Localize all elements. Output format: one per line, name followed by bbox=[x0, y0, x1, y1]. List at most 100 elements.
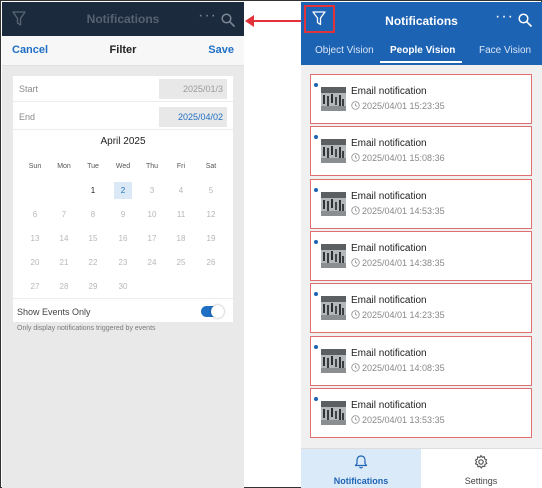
clock-icon bbox=[351, 258, 360, 267]
notification-thumbnail bbox=[321, 191, 346, 216]
calendar-day[interactable]: 18 bbox=[172, 230, 190, 247]
end-label: End bbox=[19, 112, 36, 122]
calendar-day[interactable]: 23 bbox=[114, 254, 132, 271]
notification-item[interactable]: Email notification 2025/04/01 14:38:35 bbox=[310, 230, 532, 281]
calendar-day[interactable]: 4 bbox=[172, 182, 190, 199]
notification-title: Email notification bbox=[351, 399, 427, 411]
show-events-row: Show Events Only bbox=[13, 298, 233, 322]
calendar-day[interactable]: 25 bbox=[172, 254, 190, 271]
notification-timestamp: 2025/04/01 14:08:35 bbox=[362, 362, 445, 373]
notification-title: Email notification bbox=[351, 242, 427, 254]
notification-item[interactable]: Email notification 2025/04/01 14:23:35 bbox=[310, 283, 532, 334]
start-label: Start bbox=[19, 84, 39, 94]
start-date-field[interactable]: 2025/01/3 bbox=[159, 79, 227, 99]
clock-icon bbox=[351, 415, 360, 424]
notification-item[interactable]: Email notification 2025/04/01 15:08:36 bbox=[310, 126, 532, 177]
calendar-day[interactable]: 30 bbox=[114, 278, 132, 295]
calendar-day[interactable]: 12 bbox=[202, 206, 220, 223]
snapshot-image bbox=[321, 296, 346, 321]
calendar-day[interactable]: 15 bbox=[84, 230, 102, 247]
weekday-label: Wed bbox=[115, 163, 131, 170]
show-events-toggle[interactable] bbox=[201, 305, 224, 318]
calendar-day[interactable]: 5 bbox=[202, 182, 220, 199]
calendar-day[interactable]: 28 bbox=[55, 278, 73, 295]
calendar-day[interactable]: 14 bbox=[55, 230, 73, 247]
calendar-day[interactable]: 3 bbox=[143, 182, 161, 199]
end-date-field[interactable]: 2025/04/02 bbox=[159, 107, 227, 127]
calendar-day[interactable]: 2 bbox=[114, 182, 132, 199]
notification-thumbnail bbox=[321, 348, 346, 373]
dimmed-app-header: Notifications ··· bbox=[2, 2, 244, 36]
calendar-day[interactable]: 9 bbox=[114, 206, 132, 223]
search-icon[interactable] bbox=[221, 13, 235, 27]
calendar-day[interactable]: 21 bbox=[55, 254, 73, 271]
tab-face-vision[interactable]: Face Vision bbox=[479, 45, 531, 56]
start-date-row[interactable]: Start 2025/01/3 bbox=[13, 76, 233, 102]
notification-title: Email notification bbox=[351, 138, 427, 150]
search-icon[interactable] bbox=[518, 13, 532, 27]
weekday-label: Mon bbox=[57, 163, 71, 170]
notification-item[interactable]: Email notification 2025/04/01 14:53:35 bbox=[310, 178, 532, 229]
unread-dot bbox=[314, 396, 318, 401]
notification-timestamp: 2025/04/01 13:53:35 bbox=[362, 414, 445, 425]
notification-item[interactable]: Email notification 2025/04/01 13:53:35 bbox=[310, 387, 532, 438]
calendar-day[interactable]: 11 bbox=[172, 206, 190, 223]
unread-dot bbox=[314, 344, 318, 349]
calendar-day[interactable]: 8 bbox=[84, 206, 102, 223]
toggle-knob bbox=[211, 305, 224, 318]
clock-icon bbox=[351, 101, 360, 110]
snapshot-image bbox=[321, 243, 346, 268]
unread-dot bbox=[314, 83, 318, 87]
nav-notifications-label: Notifications bbox=[333, 476, 389, 486]
calendar-day[interactable]: 26 bbox=[202, 254, 220, 271]
calendar-day[interactable]: 24 bbox=[143, 254, 161, 271]
calendar-month-label: April 2025 bbox=[100, 136, 146, 147]
nav-settings[interactable]: Settings bbox=[421, 449, 541, 488]
calendar-day[interactable]: 17 bbox=[143, 230, 161, 247]
calendar-day[interactable]: 10 bbox=[143, 206, 161, 223]
filter-card: Start 2025/01/3 End 2025/04/02 April 202… bbox=[13, 76, 233, 322]
unread-dot bbox=[314, 187, 318, 192]
app-header: Notifications ··· Object Vision People V… bbox=[301, 2, 542, 65]
save-button[interactable]: Save bbox=[208, 44, 234, 56]
end-date-row[interactable]: End 2025/04/02 bbox=[13, 104, 233, 130]
notification-thumbnail bbox=[321, 139, 346, 164]
tab-object-vision[interactable]: Object Vision bbox=[315, 45, 374, 56]
snapshot-image bbox=[321, 400, 346, 425]
unread-dot bbox=[314, 239, 318, 244]
calendar-day[interactable]: 16 bbox=[114, 230, 132, 247]
notification-thumbnail bbox=[321, 87, 346, 111]
weekday-label: Tue bbox=[87, 163, 99, 170]
filter-screen: Notifications ··· Cancel Filter Save Sta… bbox=[2, 2, 244, 488]
snapshot-image bbox=[321, 191, 346, 216]
notification-item[interactable]: Email notification 2025/04/01 15:23:35 bbox=[310, 74, 532, 124]
calendar-day[interactable]: 19 bbox=[202, 230, 220, 247]
bell-icon bbox=[354, 455, 368, 469]
weekday-label: Sun bbox=[28, 163, 42, 170]
calendar-day[interactable]: 22 bbox=[84, 254, 102, 271]
calendar-day[interactable]: 13 bbox=[26, 230, 44, 247]
more-options-icon[interactable]: ··· bbox=[198, 7, 217, 25]
nav-notifications[interactable]: Notifications bbox=[301, 449, 421, 488]
calendar-day[interactable]: 29 bbox=[84, 278, 102, 295]
show-events-label: Show Events Only bbox=[17, 307, 91, 317]
calendar-day[interactable]: 1 bbox=[84, 182, 102, 199]
tab-people-vision[interactable]: People Vision bbox=[390, 45, 455, 56]
notifications-screen: Notifications ··· Object Vision People V… bbox=[301, 2, 542, 488]
notification-thumbnail bbox=[321, 400, 346, 425]
notification-thumbnail bbox=[321, 243, 346, 268]
calendar-day[interactable]: 6 bbox=[26, 206, 44, 223]
callout-arrow bbox=[245, 15, 301, 27]
gear-icon bbox=[474, 454, 488, 469]
notification-item[interactable]: Email notification 2025/04/01 14:08:35 bbox=[310, 335, 532, 386]
more-options-icon[interactable]: ··· bbox=[495, 8, 514, 26]
calendar-day[interactable]: 20 bbox=[26, 254, 44, 271]
screenshot-frame: Notifications ··· Cancel Filter Save Sta… bbox=[0, 0, 542, 488]
snapshot-image bbox=[321, 87, 346, 111]
calendar-day[interactable]: 27 bbox=[26, 278, 44, 295]
notification-title: Email notification bbox=[351, 295, 427, 307]
calendar-day[interactable]: 7 bbox=[55, 206, 73, 223]
notification-timestamp: 2025/04/01 15:23:35 bbox=[362, 101, 445, 111]
notification-timestamp: 2025/04/01 14:53:35 bbox=[362, 205, 445, 216]
bottom-navigation: Notifications Settings bbox=[301, 448, 542, 488]
